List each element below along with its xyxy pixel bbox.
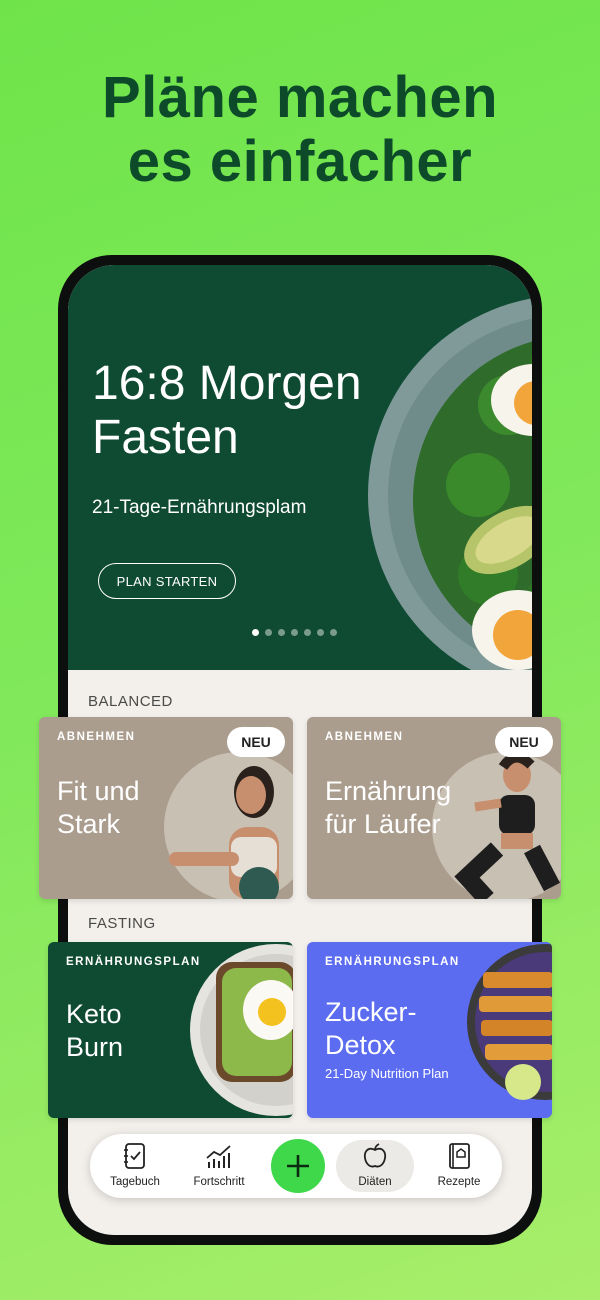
tab-diaeten[interactable]: Diäten: [340, 1142, 410, 1188]
headline-line-1: Pläne machen: [101, 65, 499, 130]
plus-icon: [287, 1155, 309, 1177]
plan-card-ernaehrung-fuer-laeufer[interactable]: ABNEHMEN NEU Ernährung für Läufer: [307, 717, 561, 899]
plan-card-fit-und-stark[interactable]: ABNEHMEN NEU Fit und Stark: [39, 717, 293, 899]
headline: Pläne machen es einfacher: [0, 66, 600, 194]
tab-fortschritt[interactable]: Fortschritt: [184, 1142, 254, 1188]
diary-icon: [124, 1143, 145, 1169]
hero-title-line-2: Fasten: [92, 411, 239, 464]
carousel-dot[interactable]: [278, 629, 285, 636]
recipe-book-icon: [449, 1143, 470, 1169]
add-button[interactable]: [271, 1139, 325, 1193]
new-badge: NEU: [227, 727, 285, 757]
tab-label: Fortschritt: [193, 1176, 245, 1188]
card-title-line-1: Ernährung: [325, 776, 452, 806]
carousel-dot[interactable]: [252, 629, 259, 636]
tab-tagebuch[interactable]: Tagebuch: [100, 1142, 170, 1188]
hero-title-line-1: 16:8 Morgen: [92, 357, 362, 410]
card-title: Zucker- Detox: [325, 996, 417, 1062]
card-title: Ernährung für Läufer: [325, 775, 451, 841]
plan-card-zucker-detox[interactable]: ERNÄHRUNGSPLAN Zucker- Detox 21-Day Nutr…: [307, 942, 552, 1118]
card-title-line-2: Burn: [66, 1032, 124, 1062]
card-category: ERNÄHRUNGSPLAN: [325, 956, 460, 968]
apple-icon: [363, 1143, 387, 1168]
carousel-dot[interactable]: [317, 629, 324, 636]
woman-kettlebell-image: [164, 752, 293, 899]
card-title: Fit und Stark: [57, 775, 140, 841]
hero-banner[interactable]: 16:8 Morgen Fasten 21-Tage-Ernährungspla…: [68, 265, 532, 670]
tab-label: Diäten: [358, 1176, 392, 1188]
card-title-line-2: für Läufer: [325, 809, 441, 839]
card-category: ABNEHMEN: [325, 731, 404, 743]
start-plan-button[interactable]: PLAN STARTEN: [98, 563, 236, 599]
card-title-line-2: Detox: [325, 1030, 396, 1060]
headline-line-2: es einfacher: [127, 129, 473, 194]
carousel-dot[interactable]: [330, 629, 337, 636]
plan-card-keto-burn[interactable]: ERNÄHRUNGSPLAN Keto Burn: [48, 942, 293, 1118]
card-category: ERNÄHRUNGSPLAN: [66, 956, 201, 968]
card-subtitle: 21-Day Nutrition Plan: [325, 1066, 449, 1081]
tab-rezepte[interactable]: Rezepte: [424, 1142, 494, 1188]
carousel-dots[interactable]: [252, 629, 337, 636]
carousel-dot[interactable]: [304, 629, 311, 636]
card-title-line-2: Stark: [57, 809, 121, 839]
carousel-dot[interactable]: [291, 629, 298, 636]
new-badge: NEU: [495, 727, 553, 757]
carousel-dot[interactable]: [265, 629, 272, 636]
card-title-line-1: Keto: [66, 999, 122, 1029]
card-title: Keto Burn: [66, 998, 123, 1064]
card-category: ABNEHMEN: [57, 731, 136, 743]
card-title-line-1: Zucker-: [325, 997, 417, 1027]
avocado-toast-image: [190, 944, 293, 1116]
salad-bowl-image: [368, 298, 532, 670]
bottom-tab-bar: Tagebuch Fortschritt Diäten Rezepte: [90, 1134, 502, 1198]
tab-label: Tagebuch: [110, 1176, 160, 1188]
card-title-line-1: Fit und: [57, 776, 140, 806]
section-label-fasting: FASTING: [88, 915, 156, 932]
tofu-bowl-image: [467, 944, 552, 1100]
tab-label: Rezepte: [437, 1176, 481, 1188]
hero-title: 16:8 Morgen Fasten: [92, 357, 412, 465]
progress-chart-icon: [206, 1145, 231, 1168]
hero-subtitle: 21-Tage-Ernährungsplam: [92, 497, 307, 518]
section-label-balanced: BALANCED: [88, 693, 173, 710]
